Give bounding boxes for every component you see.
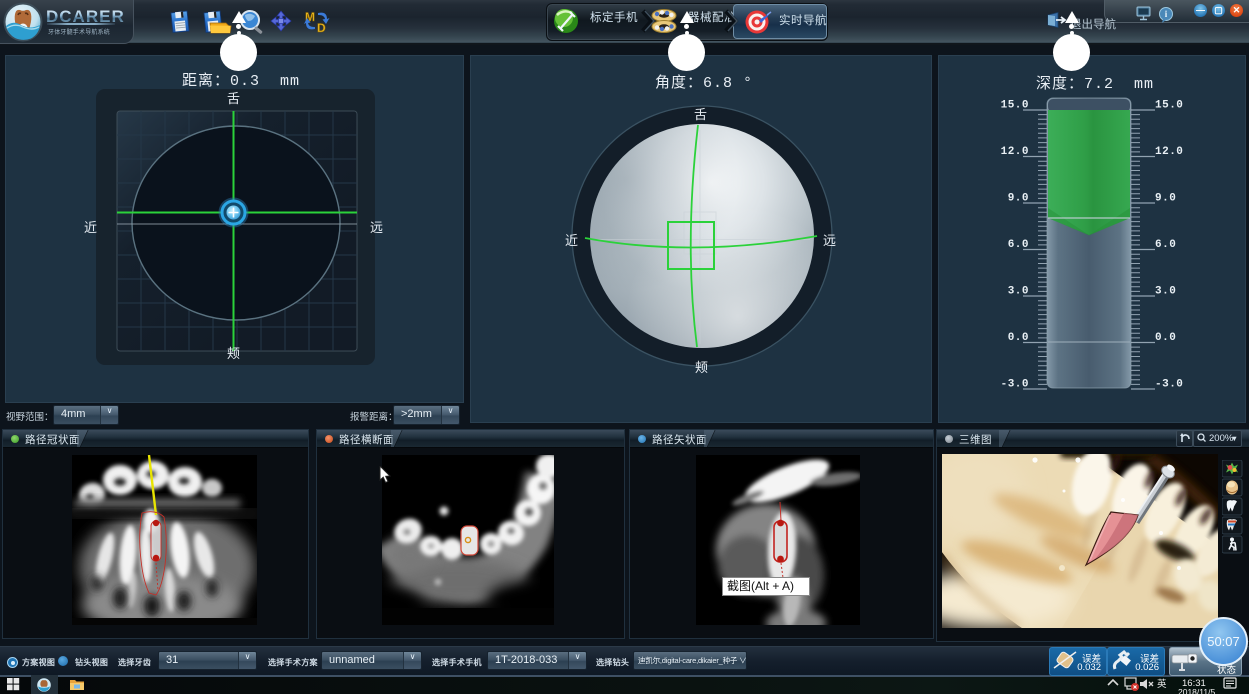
- svg-text:3.0: 3.0: [1155, 286, 1176, 298]
- svg-text:12.0: 12.0: [1001, 146, 1029, 158]
- svg-text:15.0: 15.0: [1001, 100, 1029, 112]
- svg-text:6.0: 6.0: [1155, 239, 1176, 251]
- svg-text:D: D: [317, 21, 326, 35]
- svg-text:6.0: 6.0: [1008, 239, 1029, 251]
- svg-text:英: 英: [1157, 678, 1167, 690]
- svg-text:9.0: 9.0: [1155, 193, 1176, 205]
- svg-text:3.0: 3.0: [1008, 286, 1029, 298]
- svg-text:2018/11/5: 2018/11/5: [1178, 687, 1215, 694]
- svg-text:-3.0: -3.0: [1001, 379, 1029, 391]
- svg-text:9.0: 9.0: [1008, 193, 1029, 205]
- svg-text:0.0: 0.0: [1155, 332, 1176, 344]
- svg-text:15.0: 15.0: [1155, 100, 1183, 112]
- svg-text:0.0: 0.0: [1008, 332, 1029, 344]
- svg-text:12.0: 12.0: [1155, 146, 1183, 158]
- svg-text:-3.0: -3.0: [1155, 379, 1183, 391]
